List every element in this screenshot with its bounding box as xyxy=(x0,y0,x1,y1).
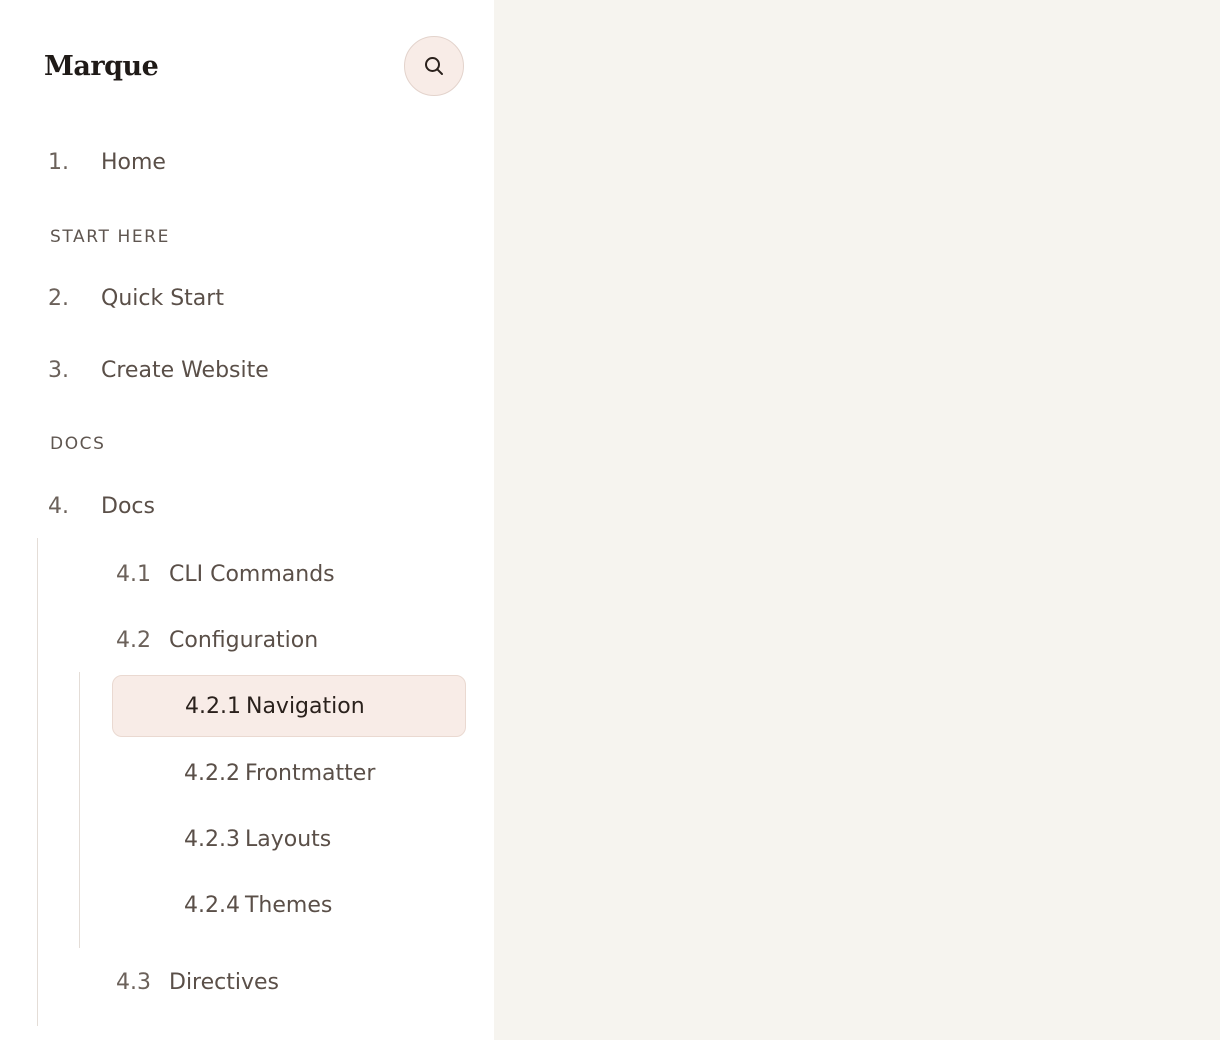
nav-item-number: 4.2.2 xyxy=(184,760,240,786)
nav-item-label: Layouts xyxy=(244,826,332,852)
nav-item-label: Configuration xyxy=(169,627,319,653)
nav-item-number: 4.2.4 xyxy=(184,892,240,918)
nav-item-create-website[interactable]: 3. Create Website xyxy=(48,350,269,390)
nav-item-home[interactable]: 1. Home xyxy=(48,142,166,182)
nav-item-number: 1. xyxy=(48,149,69,175)
nav-item-themes[interactable]: 4.2.4 Themes xyxy=(112,874,466,936)
nav-item-label: CLI Commands xyxy=(169,561,335,587)
nav-item-label: Themes xyxy=(244,892,333,918)
nav-item-quick-start[interactable]: 2. Quick Start xyxy=(48,278,224,318)
section-label-docs: DOCS xyxy=(50,434,106,454)
section-label-start-here: START HERE xyxy=(50,227,170,247)
nav-item-label: Docs xyxy=(101,493,155,519)
nav-item-directives[interactable]: 4.3 Directives xyxy=(116,962,279,1002)
nav-item-docs[interactable]: 4. Docs xyxy=(48,486,155,526)
app-window: Marque 1. Home START HERE 2. Quick Start… xyxy=(0,0,1220,1040)
main-content xyxy=(494,0,1220,1040)
nav-item-layouts[interactable]: 4.2.3 Layouts xyxy=(112,808,466,870)
nav-item-number: 4.3 xyxy=(116,969,151,995)
nav-item-cli-commands[interactable]: 4.1 CLI Commands xyxy=(116,554,335,594)
nav-item-number: 4.2 xyxy=(116,627,151,653)
nav-item-number: 4.1 xyxy=(116,561,151,587)
nav-item-frontmatter[interactable]: 4.2.2 Frontmatter xyxy=(112,742,466,804)
search-button[interactable] xyxy=(404,36,464,96)
nav-item-number: 2. xyxy=(48,285,69,311)
nav-item-number: 4.2.1 xyxy=(185,693,241,719)
nav-item-label: Frontmatter xyxy=(244,760,376,786)
nav-item-number: 3. xyxy=(48,357,69,383)
nav-item-label: Directives xyxy=(169,969,279,995)
brand-title[interactable]: Marque xyxy=(44,48,159,86)
tree-line-docs xyxy=(37,538,38,1026)
nav-item-navigation[interactable]: 4.2.1 Navigation xyxy=(112,675,466,737)
nav-item-label: Navigation xyxy=(245,693,365,719)
nav-item-number: 4. xyxy=(48,493,69,519)
nav-item-number: 4.2.3 xyxy=(184,826,240,852)
search-icon xyxy=(425,57,443,75)
nav-item-label: Create Website xyxy=(101,357,269,383)
nav-item-label: Quick Start xyxy=(101,285,224,311)
nav-item-label: Home xyxy=(101,149,166,175)
nav-item-configuration[interactable]: 4.2 Configuration xyxy=(116,620,318,660)
tree-line-configuration xyxy=(79,672,80,948)
sidebar: Marque 1. Home START HERE 2. Quick Start… xyxy=(0,0,494,1040)
